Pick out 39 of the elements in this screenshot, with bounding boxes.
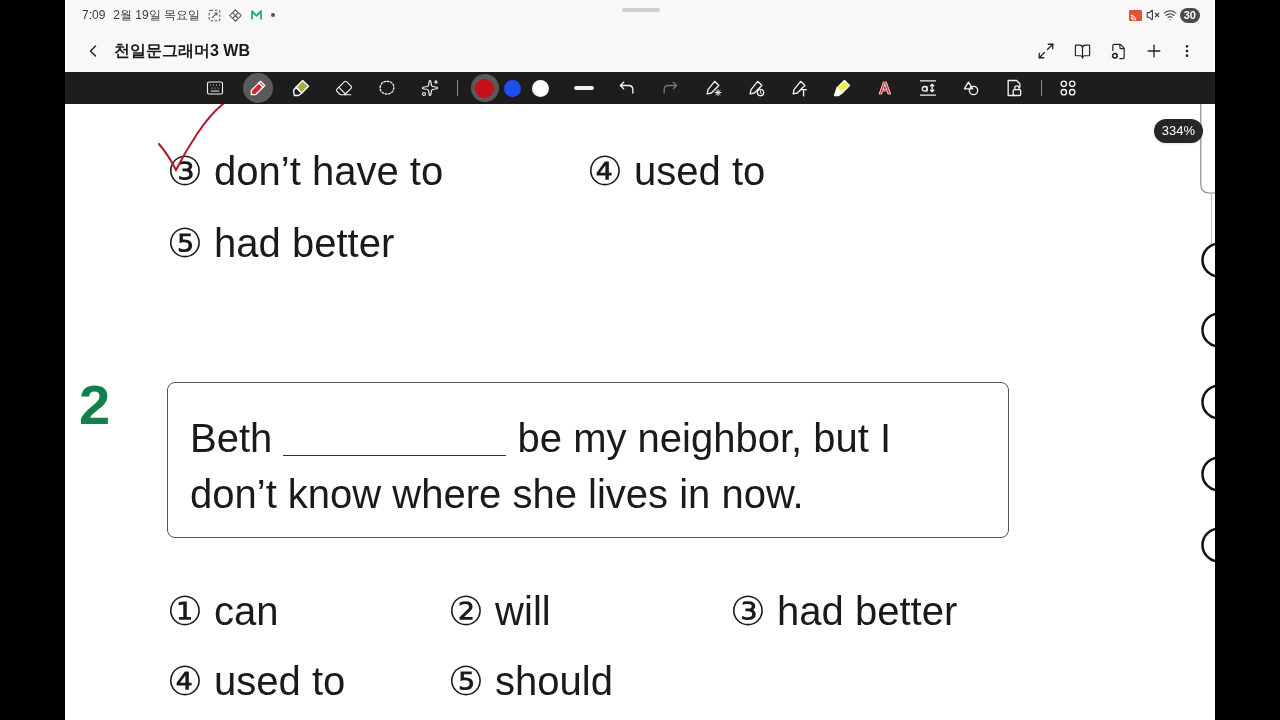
status-time: 7:09 [82,7,106,24]
pen-icon [248,78,268,98]
screen-capture-icon [208,8,222,22]
apps-grid-icon [1058,78,1078,98]
mute-icon [1145,8,1160,22]
status-date: 2월 19일 목요일 [113,7,201,24]
answer-option: ⑤ should [448,646,613,716]
question-sentence: Beth be my neighbor, but I don’t know where she lives in now. [190,415,893,518]
answer-option: ② will [448,576,551,646]
answer-option: ④ used to [587,135,766,207]
text-spacing-icon [918,78,938,98]
battery-indicator: 30 [1179,7,1200,23]
keyboard-icon [206,79,224,97]
text-style-button[interactable]: A [870,73,900,103]
answer-option: ① can [167,576,279,646]
cast-icon [1127,8,1143,22]
diamond-icon [229,8,243,22]
sparkles-icon [421,79,439,97]
document-gear-icon [1109,42,1127,60]
expand-arrows-icon [1037,42,1055,60]
pen-button[interactable] [243,73,273,103]
book-icon [1073,42,1091,60]
line-width-icon [574,86,594,90]
eraser-icon [335,79,353,97]
zoom-level-badge: 334% [1153,119,1203,143]
answer-option: ③ don’t have to [167,135,444,207]
highlighter-icon [832,78,852,98]
drag-handle[interactable] [622,8,660,12]
lasso-icon [377,78,397,98]
answer-option: ④ used to [167,646,346,716]
answer-option: ⑤ had better [167,207,395,279]
answer-option: ③ had better [730,576,958,646]
question-number: 2 [79,377,112,433]
zigzag-logo-icon [250,9,264,21]
wifi-icon [1162,8,1177,22]
document-title: 천일문그래머3 WB [114,41,250,61]
shapes-icon [961,78,981,98]
highlighter-icon [291,78,311,98]
color-swatch-button[interactable] [470,74,499,102]
